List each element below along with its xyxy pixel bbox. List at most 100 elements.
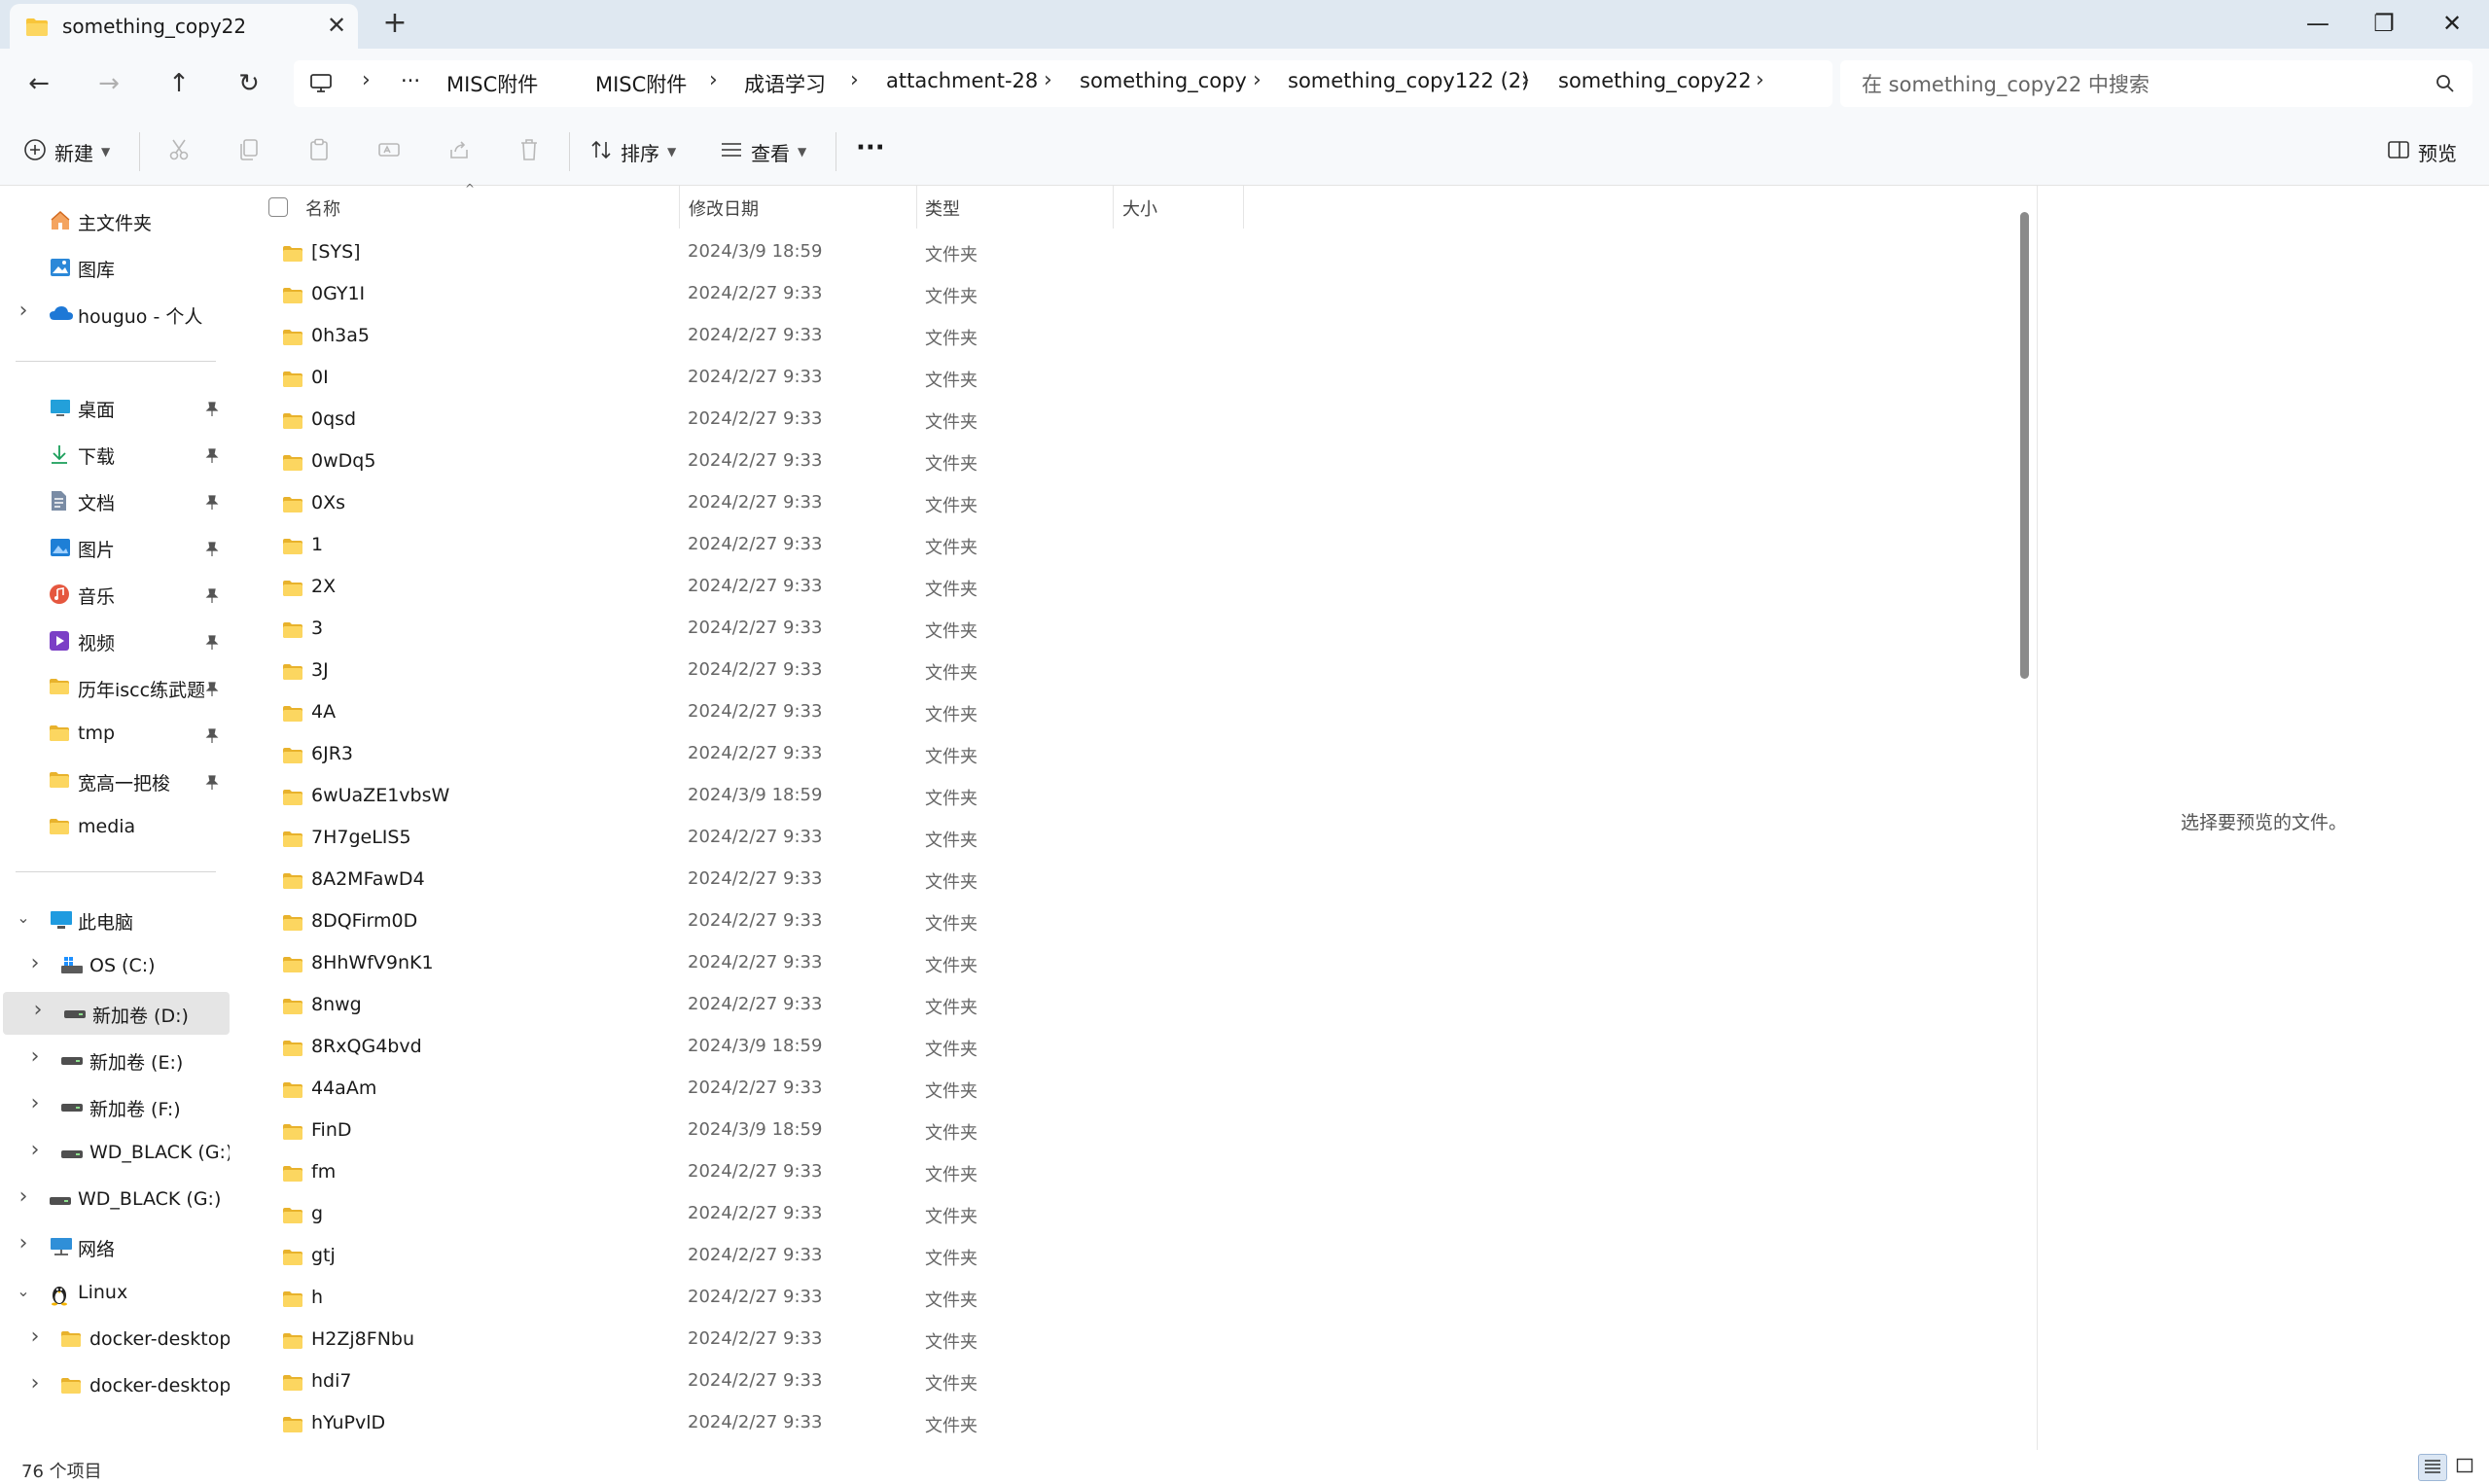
file-row[interactable]: 1 2024/2/27 9:33 文件夹 (231, 525, 1233, 566)
chevron-right-icon[interactable]: › (14, 1184, 33, 1209)
chevron-right-icon[interactable]: › (14, 1231, 33, 1255)
search-icon[interactable] (2436, 74, 2455, 98)
new-button[interactable]: 新建 ▼ (23, 134, 110, 169)
details-view-button[interactable] (2418, 1454, 2447, 1481)
sidebar-item-pinned[interactable]: 桌面 (0, 386, 230, 429)
sidebar-item-tree[interactable]: › 新加卷 (F:) (0, 1085, 230, 1128)
copy-button[interactable] (230, 134, 268, 169)
file-row[interactable]: FinD 2024/3/9 18:59 文件夹 (231, 1111, 1233, 1151)
share-button[interactable] (440, 134, 479, 169)
sidebar-item-tree[interactable]: › docker-desktop- (0, 1365, 230, 1408)
chevron-right-icon[interactable]: › (25, 1091, 45, 1115)
file-row[interactable]: 8DQFirm0D 2024/2/27 9:33 文件夹 (231, 901, 1233, 942)
file-row[interactable]: 0qsd 2024/2/27 9:33 文件夹 (231, 400, 1233, 441)
tab-close-button[interactable]: ✕ (321, 10, 352, 41)
sidebar-item-tree[interactable]: › WD_BLACK (G:) (0, 1132, 230, 1175)
column-divider[interactable] (679, 186, 680, 229)
breadcrumb-current[interactable]: something_copy22 (1558, 69, 1752, 92)
file-row[interactable]: 0Xs 2024/2/27 9:33 文件夹 (231, 483, 1233, 524)
column-header-name[interactable]: 名称 (305, 195, 340, 221)
chevron-right-icon[interactable]: › (25, 1044, 45, 1069)
file-row[interactable]: 8nwg 2024/2/27 9:33 文件夹 (231, 985, 1233, 1026)
close-window-button[interactable]: ✕ (2420, 2, 2484, 45)
file-row[interactable]: 8HhWfV9nK1 2024/2/27 9:33 文件夹 (231, 943, 1233, 984)
chevron-right-icon[interactable]: › (25, 1325, 45, 1349)
file-row[interactable]: [SYS] 2024/3/9 18:59 文件夹 (231, 232, 1233, 273)
sidebar-item-pinned[interactable]: 视频 (0, 619, 230, 662)
cut-button[interactable] (160, 134, 198, 169)
sidebar-item-quick[interactable]: 图库 (0, 246, 230, 289)
preview-pane-button[interactable]: 预览 (2387, 134, 2457, 169)
file-row[interactable]: hdi7 2024/2/27 9:33 文件夹 (231, 1361, 1233, 1402)
file-row[interactable]: 0GY1I 2024/2/27 9:33 文件夹 (231, 274, 1233, 315)
file-row[interactable]: 0wDq5 2024/2/27 9:33 文件夹 (231, 442, 1233, 482)
file-row[interactable]: 6JR3 2024/2/27 9:33 文件夹 (231, 734, 1233, 775)
sidebar-item-tree[interactable]: › docker-desktop (0, 1319, 230, 1361)
sidebar-item-quick[interactable]: › houguo - 个人 (0, 293, 230, 336)
minimize-button[interactable]: — (2286, 2, 2350, 45)
rename-button[interactable] (370, 134, 409, 169)
sidebar-item-pinned[interactable]: tmp (0, 713, 230, 756)
refresh-button[interactable]: ↻ (228, 64, 270, 103)
file-row[interactable]: 0h3a5 2024/2/27 9:33 文件夹 (231, 316, 1233, 357)
delete-button[interactable] (510, 134, 549, 169)
file-row[interactable]: gtj 2024/2/27 9:33 文件夹 (231, 1236, 1233, 1277)
sidebar-item-pinned[interactable]: 下载 (0, 433, 230, 476)
select-all-checkbox[interactable] (268, 197, 288, 217)
sidebar-item-pinned[interactable]: 文档 (0, 479, 230, 522)
file-row[interactable]: 3 2024/2/27 9:33 文件夹 (231, 609, 1233, 650)
breadcrumb-item[interactable]: MISC附件 (595, 69, 687, 98)
sidebar-item-tree[interactable]: › 新加卷 (E:) (0, 1039, 230, 1081)
sidebar-item-quick[interactable]: 主文件夹 (0, 199, 230, 242)
file-row[interactable]: 4A 2024/2/27 9:33 文件夹 (231, 692, 1233, 733)
file-row[interactable]: 3J 2024/2/27 9:33 文件夹 (231, 651, 1233, 691)
search-box[interactable] (1840, 60, 2472, 107)
sidebar-item-tree[interactable]: › OS (C:) (0, 945, 230, 988)
column-divider[interactable] (1243, 186, 1244, 229)
sidebar-item-pinned[interactable]: 历年iscc练武题n (0, 666, 230, 709)
chevron-right-icon[interactable]: › (25, 1138, 45, 1162)
sidebar-item-tree[interactable]: › 网络 (0, 1225, 230, 1268)
sidebar-item-pinned[interactable]: 宽高一把梭 (0, 760, 230, 802)
breadcrumb-item[interactable]: attachment-28 (886, 69, 1038, 92)
up-button[interactable]: ↑ (158, 64, 200, 103)
back-button[interactable]: ← (18, 64, 60, 103)
sidebar-item-pinned[interactable]: 音乐 (0, 573, 230, 616)
new-tab-button[interactable]: + (377, 8, 412, 41)
scrollbar-thumb[interactable] (2020, 212, 2029, 679)
file-row[interactable]: 8RxQG4bvd 2024/3/9 18:59 文件夹 (231, 1027, 1233, 1068)
search-input[interactable] (1860, 68, 2408, 101)
tab-something-copy22[interactable]: something_copy22 ✕ (10, 4, 358, 49)
sidebar-item-tree[interactable]: ⌄ 此电脑 (0, 899, 230, 941)
file-row[interactable]: 8A2MFawD4 2024/2/27 9:33 文件夹 (231, 860, 1233, 901)
sidebar-item-tree[interactable]: › WD_BLACK (G:) (0, 1179, 230, 1221)
breadcrumb-item[interactable]: 成语学习 (744, 69, 826, 98)
column-divider[interactable] (916, 186, 917, 229)
file-row[interactable]: hYuPvlD 2024/2/27 9:33 文件夹 (231, 1403, 1233, 1444)
chevron-down-icon[interactable]: ⌄ (14, 1282, 33, 1300)
file-row[interactable]: 7H7geLIS5 2024/2/27 9:33 文件夹 (231, 818, 1233, 859)
column-divider[interactable] (1113, 186, 1114, 229)
column-header-size[interactable]: 大小 (1122, 195, 1157, 221)
file-row[interactable]: 44aAm 2024/2/27 9:33 文件夹 (231, 1069, 1233, 1110)
chevron-right-icon[interactable]: › (25, 1371, 45, 1396)
column-header-type[interactable]: 类型 (925, 195, 960, 221)
file-row[interactable]: fm 2024/2/27 9:33 文件夹 (231, 1152, 1233, 1193)
chevron-right-icon[interactable]: › (25, 951, 45, 975)
file-row[interactable]: 6wUaZE1vbsW 2024/3/9 18:59 文件夹 (231, 776, 1233, 817)
sidebar-item-tree[interactable]: ⌄ Linux (0, 1272, 230, 1315)
column-header-date[interactable]: 修改日期 (689, 195, 759, 221)
breadcrumb-item[interactable]: MISC附件 (446, 69, 538, 98)
breadcrumb-overflow[interactable]: ··· (401, 69, 420, 92)
sidebar-item-tree[interactable]: › 新加卷 (D:) (3, 992, 230, 1035)
breadcrumb-item[interactable]: something_copy122 (2) (1288, 69, 1529, 92)
view-button[interactable]: 查看 ▼ (720, 134, 806, 169)
sort-button[interactable]: 排序 ▼ (589, 134, 676, 169)
file-row[interactable]: h 2024/2/27 9:33 文件夹 (231, 1278, 1233, 1319)
file-row[interactable]: 0I 2024/2/27 9:33 文件夹 (231, 358, 1233, 399)
tiles-view-button[interactable] (2451, 1454, 2478, 1479)
breadcrumb-separator[interactable]: › (1756, 68, 1764, 92)
restore-button[interactable]: ❐ (2352, 2, 2416, 45)
file-row[interactable]: H2Zj8FNbu 2024/2/27 9:33 文件夹 (231, 1320, 1233, 1360)
chevron-down-icon[interactable]: ⌄ (14, 908, 33, 927)
